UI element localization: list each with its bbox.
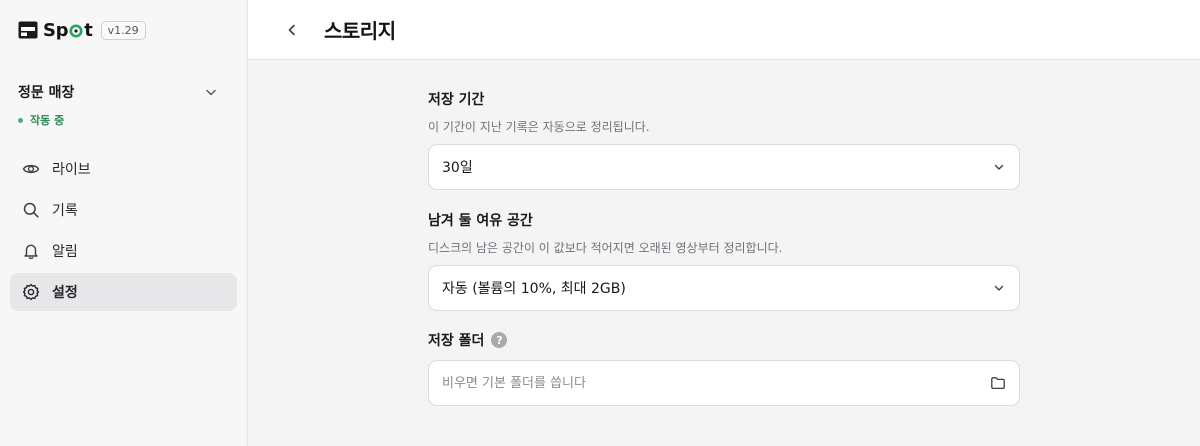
section-title: 저장 기간 [428, 92, 485, 108]
chevron-down-icon [206, 89, 216, 96]
folder-icon[interactable] [990, 375, 1006, 391]
select-value: 자동 (볼륨의 10%, 최대 2GB) [442, 281, 626, 297]
sidebar-item-label: 설정 [52, 285, 78, 301]
reserve-space-select[interactable]: 자동 (볼륨의 10%, 최대 2GB) [428, 265, 1020, 311]
version-badge: v1.29 [100, 20, 146, 40]
brand-o-icon [69, 24, 83, 38]
storage-folder-input[interactable] [442, 375, 962, 391]
gear-icon [22, 283, 40, 301]
storage-folder-field [428, 360, 1020, 406]
brand-name: Sp t [43, 20, 93, 41]
page-header: 스토리지 [248, 0, 1200, 60]
sidebar-item-label: 라이브 [52, 162, 91, 178]
brand-name-part: t [84, 19, 93, 41]
section-description: 이 기간이 지난 기록은 자동으로 정리됩니다. [428, 120, 650, 134]
status-text: 작동 중 [30, 114, 65, 127]
logo-icon [18, 21, 38, 39]
brand-name-part: Sp [43, 19, 69, 41]
folder-section: 저장 폴더 ? [428, 330, 1020, 406]
brand: Sp t v1.29 [18, 17, 146, 43]
back-button[interactable] [280, 18, 304, 42]
retention-select[interactable]: 30일 [428, 144, 1020, 190]
sidebar-item-label: 알림 [52, 244, 78, 260]
sidebar-nav: 라이브 기록 알림 설정 [10, 150, 237, 314]
chevron-down-icon [994, 285, 1004, 291]
reserve-space-section: 남겨 둘 여유 공간 디스크의 남은 공간이 이 값보다 적어지면 오래된 영상… [428, 210, 1020, 311]
section-title-text: 저장 폴더 [428, 333, 485, 349]
sidebar-item-label: 기록 [52, 203, 78, 219]
section-title: 남겨 둘 여유 공간 [428, 213, 533, 229]
help-icon[interactable]: ? [491, 332, 508, 348]
chevron-down-icon [994, 164, 1004, 170]
chevron-left-icon [288, 24, 295, 35]
sidebar-item-alerts[interactable]: 알림 [10, 232, 237, 270]
sidebar-item-settings[interactable]: 설정 [10, 273, 237, 311]
search-icon [23, 202, 39, 218]
store-name: 정문 매장 [18, 85, 75, 101]
section-title: 저장 폴더 ? [428, 330, 1020, 350]
storage-settings: 저장 기간 이 기간이 지난 기록은 자동으로 정리됩니다. 30일 남겨 둘 … [428, 60, 1020, 406]
bell-icon [24, 244, 38, 260]
retention-section: 저장 기간 이 기간이 지난 기록은 자동으로 정리됩니다. 30일 [428, 89, 1020, 190]
sidebar-item-live[interactable]: 라이브 [10, 150, 237, 188]
eye-icon [22, 164, 40, 174]
section-description: 디스크의 남은 공간이 이 값보다 적어지면 오래된 영상부터 정리합니다. [428, 241, 783, 255]
page-title: 스토리지 [324, 19, 396, 43]
select-value: 30일 [442, 160, 473, 176]
status-dot [18, 117, 23, 123]
status-indicator: 작동 중 [18, 112, 64, 128]
sidebar-item-history[interactable]: 기록 [10, 191, 237, 229]
sidebar: Sp t v1.29 정문 매장 작동 중 라이브 기록 알림 설정 [0, 0, 248, 446]
store-selector[interactable]: 정문 매장 [18, 82, 218, 102]
